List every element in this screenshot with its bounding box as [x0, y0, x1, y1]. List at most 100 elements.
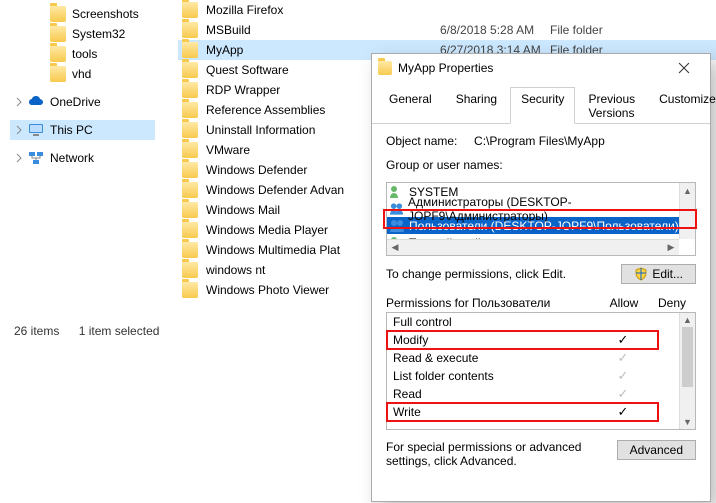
folder-icon [182, 222, 198, 238]
folder-icon [182, 102, 198, 118]
folder-icon [50, 46, 66, 62]
file-type: File folder [550, 23, 603, 37]
dialog-body: Object name: C:\Program Files\MyApp Grou… [372, 124, 710, 478]
tab-security[interactable]: Security [510, 87, 575, 124]
file-name: Reference Assemblies [206, 103, 325, 117]
user-icon [389, 185, 405, 199]
tab-previous-versions[interactable]: Previous Versions [577, 87, 646, 124]
scrollbar-vertical[interactable]: ▲ ▼ [679, 313, 695, 429]
scroll-right-icon[interactable]: ▶ [663, 240, 679, 255]
close-button[interactable] [664, 56, 704, 80]
file-name: Windows Multimedia Plat [206, 243, 340, 257]
folder-icon [182, 242, 198, 258]
close-icon [678, 62, 690, 74]
folder-icon [182, 122, 198, 138]
nav-folder[interactable]: tools [10, 44, 155, 64]
chevron-right-icon [14, 125, 24, 135]
nav-folder[interactable]: Screenshots [10, 4, 155, 24]
file-row[interactable]: Mozilla Firefox [178, 0, 716, 20]
nav-label: tools [72, 47, 97, 61]
status-selected: 1 item selected [79, 324, 160, 338]
file-name: Uninstall Information [206, 123, 315, 137]
tab-general[interactable]: General [378, 87, 443, 124]
dialog-titlebar[interactable]: MyApp Properties [372, 54, 710, 82]
nav-folder[interactable]: System32 [10, 24, 155, 44]
permission-name: List folder contents [393, 369, 601, 383]
deny-header: Deny [648, 296, 696, 310]
shield-icon [634, 267, 648, 281]
computer-icon [28, 122, 44, 138]
status-bar: 26 items 1 item selected [14, 324, 175, 338]
folder-icon [50, 6, 66, 22]
group-item[interactable]: Администраторы (DESKTOP-JOPF9\Администра… [387, 200, 695, 217]
nav-this-pc[interactable]: This PC [10, 120, 155, 140]
scrollbar-horizontal[interactable]: ◀▶ [387, 239, 679, 255]
nav-label: Screenshots [72, 7, 139, 21]
status-count: 26 items [14, 324, 59, 338]
file-row[interactable]: MSBuild6/8/2018 5:28 AMFile folder [178, 20, 716, 40]
permission-name: Full control [393, 315, 601, 329]
nav-tree: Screenshots System32 tools vhd OneDrive … [10, 4, 155, 168]
file-name: Windows Defender Advan [206, 183, 344, 197]
permission-name: Read [393, 387, 601, 401]
folder-icon [182, 82, 198, 98]
advanced-button[interactable]: Advanced [617, 440, 696, 460]
permission-row: Write✓ [387, 403, 695, 421]
scroll-left-icon[interactable]: ◀ [387, 240, 403, 255]
folder-icon [182, 202, 198, 218]
folder-icon [182, 22, 198, 38]
onedrive-icon [28, 94, 44, 110]
edit-button[interactable]: Edit... [621, 264, 696, 284]
nav-label: vhd [72, 67, 91, 81]
permission-row: Modify✓ [387, 331, 695, 349]
folder-icon [182, 282, 198, 298]
advanced-hint: For special permissions or advanced sett… [386, 440, 607, 468]
object-path: C:\Program Files\MyApp [474, 134, 605, 148]
folder-icon [182, 142, 198, 158]
allow-check: ✓ [601, 368, 645, 384]
permission-row: Read & execute✓ [387, 349, 695, 367]
permissions-label: Permissions for Пользователи [386, 296, 600, 310]
permission-row: Read✓ [387, 385, 695, 403]
file-name: windows nt [206, 263, 265, 277]
permission-row: List folder contents✓ [387, 367, 695, 385]
nav-label: System32 [72, 27, 125, 41]
tab-sharing[interactable]: Sharing [445, 87, 508, 124]
nav-label: This PC [50, 123, 93, 137]
folder-icon [182, 162, 198, 178]
group-list[interactable]: SYSTEMАдминистраторы (DESKTOP-JOPF9\Адми… [386, 182, 696, 256]
edit-hint: To change permissions, click Edit. [386, 267, 621, 281]
nav-label: Network [50, 151, 94, 165]
allow-check: ✓ [601, 332, 645, 348]
file-name: MSBuild [206, 23, 251, 37]
folder-icon [50, 66, 66, 82]
users-icon [389, 202, 404, 216]
file-name: Windows Media Player [206, 223, 328, 237]
scroll-up-icon[interactable]: ▲ [680, 313, 695, 327]
file-name: Windows Defender [206, 163, 307, 177]
folder-icon [182, 2, 198, 18]
permission-name: Modify [393, 333, 601, 347]
file-name: Quest Software [206, 63, 289, 77]
nav-label: OneDrive [50, 95, 101, 109]
nav-folder[interactable]: vhd [10, 64, 155, 84]
folder-icon [182, 182, 198, 198]
allow-check: ✓ [601, 350, 645, 366]
scroll-up-icon[interactable]: ▲ [680, 183, 695, 199]
folder-icon [182, 62, 198, 78]
properties-dialog: MyApp Properties GeneralSharingSecurityP… [371, 53, 711, 502]
nav-onedrive[interactable]: OneDrive [10, 92, 155, 112]
scroll-down-icon[interactable]: ▼ [680, 415, 695, 429]
group-item[interactable]: Пользователи (DESKTOP-JOPF9\Пользователи… [387, 217, 695, 234]
scrollbar-vertical[interactable]: ▲ [679, 183, 695, 239]
chevron-right-icon [14, 97, 24, 107]
chevron-right-icon [14, 153, 24, 163]
tab-strip: GeneralSharingSecurityPrevious VersionsC… [372, 82, 710, 124]
tab-customize[interactable]: Customize [648, 87, 716, 124]
scrollbar-thumb[interactable] [682, 327, 693, 387]
folder-icon [182, 42, 198, 58]
nav-network[interactable]: Network [10, 148, 155, 168]
permissions-list[interactable]: Full controlModify✓Read & execute✓List f… [386, 312, 696, 430]
permission-name: Read & execute [393, 351, 601, 365]
object-name-label: Object name: [386, 134, 457, 148]
